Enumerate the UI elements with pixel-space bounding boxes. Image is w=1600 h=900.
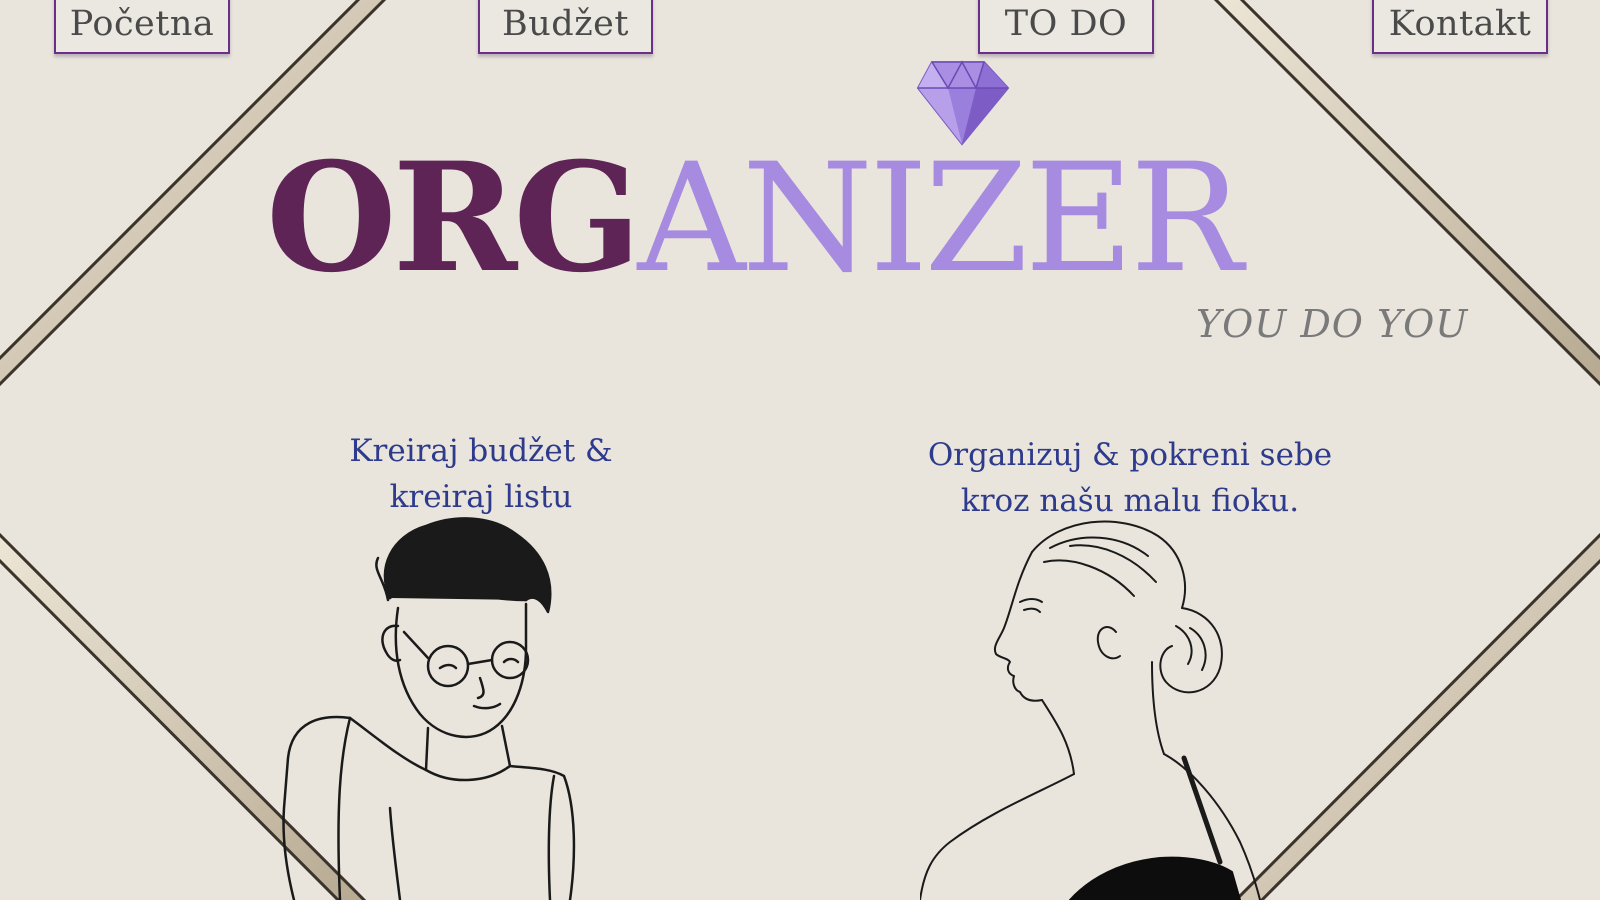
nav-budzet-button[interactable]: Budžet (478, 0, 653, 54)
nav-kontakt-button[interactable]: Kontakt (1372, 0, 1548, 54)
feature-caption-line: Organizuj & pokreni sebe (927, 437, 1333, 473)
nav-pocetna-button[interactable]: Početna (54, 0, 230, 54)
feature-caption-line: Kreiraj budžet & (349, 433, 613, 469)
feature-caption-budget: Kreiraj budžet & kreiraj listu (336, 428, 626, 520)
man-with-glasses-illustration (282, 517, 576, 900)
brand-title: ORGANIZER (266, 138, 1346, 299)
feature-caption-organize: Organizuj & pokreni sebe kroz našu malu … (910, 432, 1350, 524)
woman-profile-illustration (920, 520, 1261, 900)
brand-title-light-part: ANIZER (637, 132, 1242, 306)
brand-title-dark-part: ORG (266, 130, 641, 306)
brand-tagline: YOU DO YOU (1196, 302, 1469, 346)
nav-todo-button[interactable]: TO DO (978, 0, 1154, 54)
